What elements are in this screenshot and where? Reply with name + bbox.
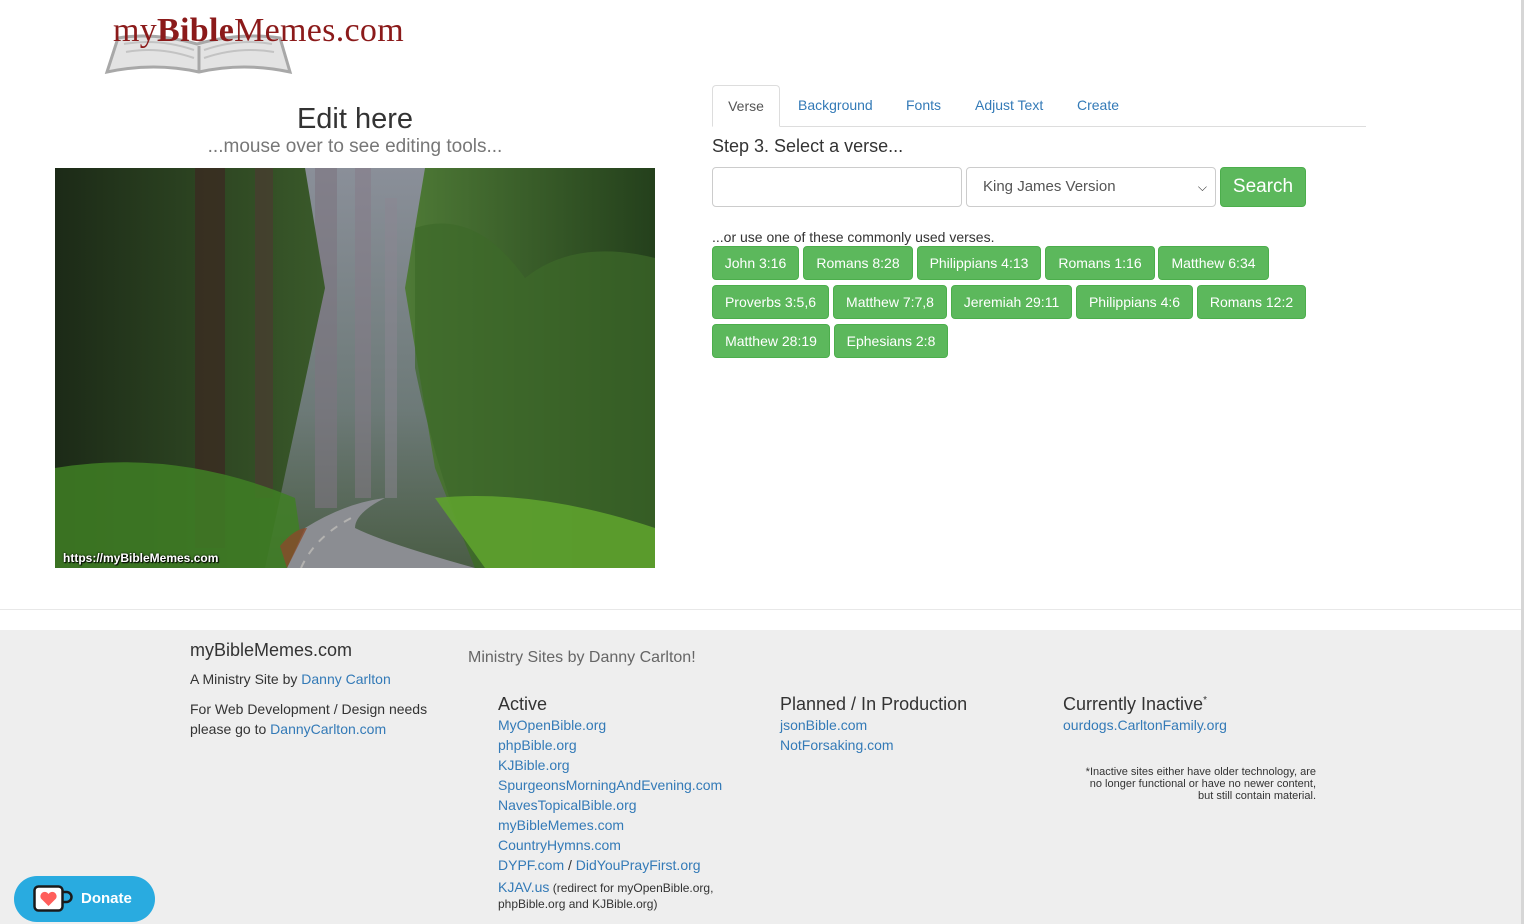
tab-background[interactable]: Background [798, 85, 873, 126]
edit-subtitle: ...mouse over to see editing tools... [207, 136, 503, 157]
forest-road-image [55, 168, 655, 568]
link-notforsaking[interactable]: NotForsaking.com [780, 735, 894, 755]
verse-search-input[interactable] [712, 167, 962, 207]
verse-button-matthew-7-7-8[interactable]: Matthew 7:7,8 [833, 285, 947, 319]
donate-label: Donate [81, 890, 132, 907]
link-ourdogs[interactable]: ourdogs.CarltonFamily.org [1063, 715, 1227, 735]
verse-button-proverbs-3-5-6[interactable]: Proverbs 3:5,6 [712, 285, 829, 319]
verse-button-ephesians-2-8[interactable]: Ephesians 2:8 [834, 324, 948, 358]
chevron-down-icon: ⌵ [1197, 180, 1207, 194]
image-watermark: https://myBibleMemes.com [63, 551, 219, 565]
version-selected-value: King James Version [983, 178, 1116, 195]
webdev-note: For Web Development / Design needs pleas… [190, 701, 428, 737]
site-logo[interactable]: myBibleMemes.com [104, 10, 434, 76]
link-mybiblememes[interactable]: myBibleMemes.com [498, 815, 722, 835]
dannycarlton-com-link[interactable]: DannyCarlton.com [270, 721, 386, 737]
verse-button-jeremiah-29-11[interactable]: Jeremiah 29:11 [951, 285, 1072, 319]
step-label: Step 3. Select a verse... [712, 136, 904, 156]
inactive-links: ourdogs.CarltonFamily.org [1063, 715, 1227, 735]
editor-tabs: Verse Background Fonts Adjust Text Creat… [712, 85, 1366, 127]
verse-button-philippians-4-13[interactable]: Philippians 4:13 [917, 246, 1041, 280]
verse-button-matthew-28-19[interactable]: Matthew 28:19 [712, 324, 830, 358]
link-kjbible[interactable]: KJBible.org [498, 755, 722, 775]
kjav-line: KJAV.us (redirect for myOpenBible.org, p… [498, 879, 714, 911]
verse-button-philippians-4-6[interactable]: Philippians 4:6 [1076, 285, 1193, 319]
footer-divider [0, 609, 1521, 610]
link-dypf[interactable]: DYPF.com [498, 857, 564, 873]
heart-cup-icon [33, 885, 73, 912]
verse-button-romans-1-16[interactable]: Romans 1:16 [1045, 246, 1155, 280]
link-jsonbible[interactable]: jsonBible.com [780, 715, 894, 735]
edit-title: Edit here [296, 103, 414, 135]
site-footer: myBibleMemes.com A Ministry Site by Dann… [0, 630, 1521, 924]
meme-canvas[interactable]: https://myBibleMemes.com [55, 168, 655, 568]
ministry-credit: A Ministry Site by Danny Carlton [190, 671, 391, 687]
link-myopenbible[interactable]: MyOpenBible.org [498, 715, 722, 735]
logo-text: myBibleMemes.com [113, 12, 404, 49]
donate-button[interactable]: Donate [14, 876, 155, 922]
inactive-note: *Inactive sites either have older techno… [1085, 766, 1316, 802]
link-spurgeons[interactable]: SpurgeonsMorningAndEvening.com [498, 775, 722, 795]
planned-heading: Planned / In Production [780, 694, 968, 714]
footer-site-title: myBibleMemes.com [190, 640, 353, 660]
bible-version-select[interactable]: King James Version ⌵ [966, 167, 1216, 207]
tab-fonts[interactable]: Fonts [906, 85, 941, 126]
link-didyoupray[interactable]: DidYouPrayFirst.org [576, 857, 701, 873]
verse-button-romans-8-28[interactable]: Romans 8:28 [803, 246, 913, 280]
search-button[interactable]: Search [1220, 167, 1306, 207]
verse-button-john-3-16[interactable]: John 3:16 [712, 246, 799, 280]
link-kjav[interactable]: KJAV.us [498, 879, 549, 895]
planned-links: jsonBible.com NotForsaking.com [780, 715, 894, 755]
ministry-sites-heading: Ministry Sites by Danny Carlton! [468, 649, 696, 666]
active-links: MyOpenBible.org phpBible.org KJBible.org… [498, 715, 722, 875]
verse-button-matthew-6-34[interactable]: Matthew 6:34 [1158, 246, 1269, 280]
tab-adjust-text[interactable]: Adjust Text [975, 85, 1043, 126]
danny-carlton-link[interactable]: Danny Carlton [301, 671, 391, 687]
active-heading: Active [498, 694, 548, 714]
tab-create[interactable]: Create [1077, 85, 1119, 126]
tab-verse[interactable]: Verse [712, 85, 780, 127]
dypf-line: DYPF.com / DidYouPrayFirst.org [498, 857, 701, 873]
link-countryhymns[interactable]: CountryHymns.com [498, 835, 722, 855]
verse-button-romans-12-2[interactable]: Romans 12:2 [1197, 285, 1306, 319]
common-verses-label: ...or use one of these commonly used ver… [712, 229, 995, 245]
inactive-heading: Currently Inactive* [1063, 694, 1207, 714]
link-phpbible[interactable]: phpBible.org [498, 735, 722, 755]
link-navestopical[interactable]: NavesTopicalBible.org [498, 795, 722, 815]
